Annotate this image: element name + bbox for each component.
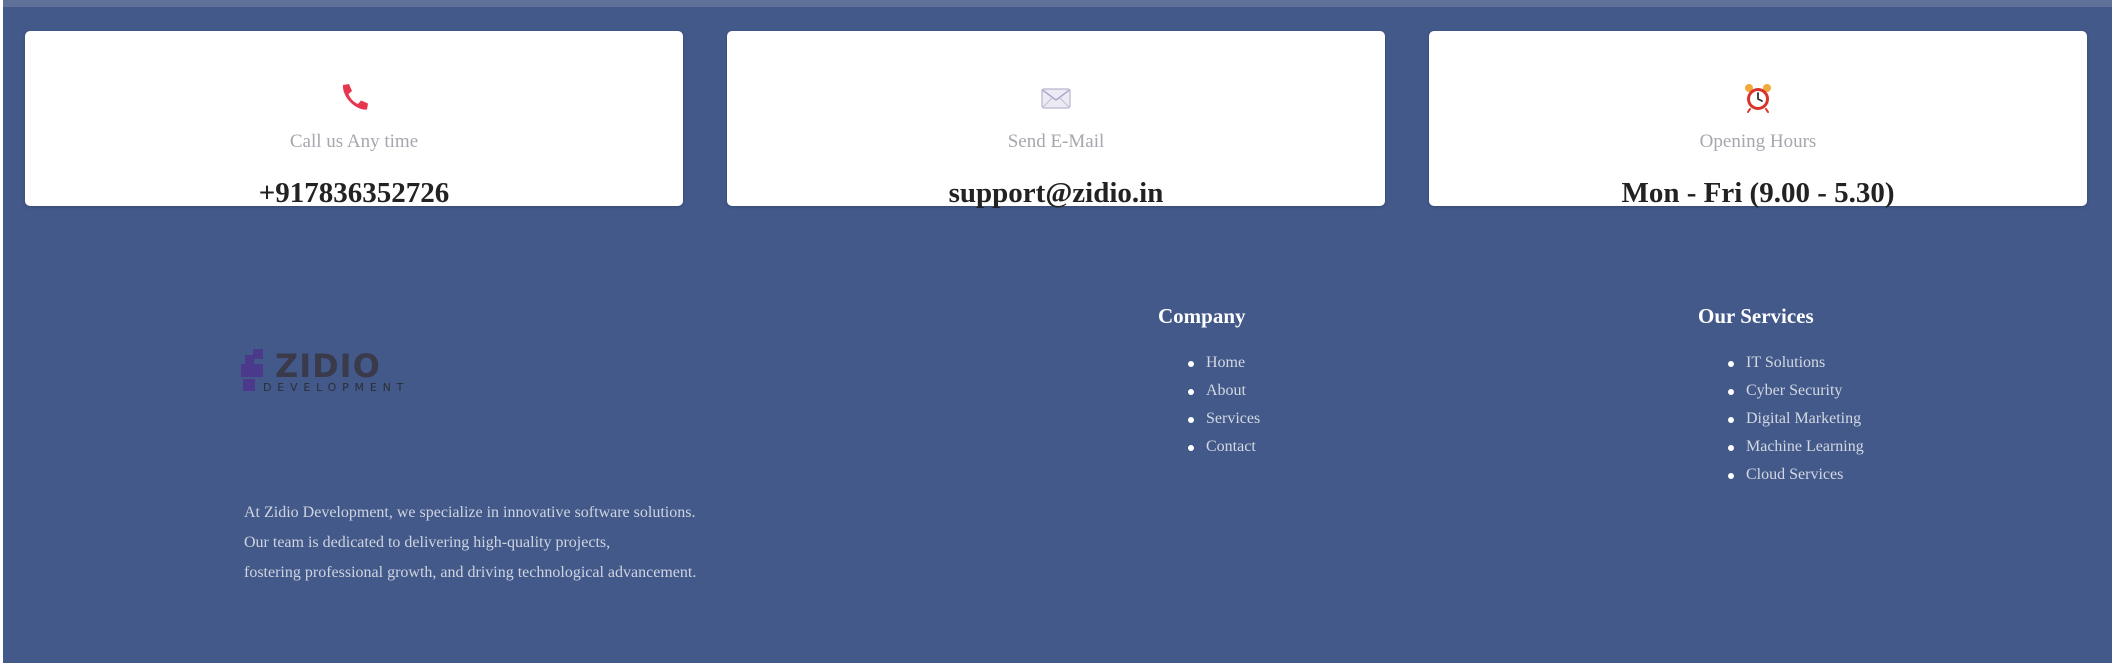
card-value[interactable]: +917836352726 xyxy=(25,177,683,210)
card-label: Opening Hours xyxy=(1699,131,1817,152)
footer-link-machine-learning[interactable]: Machine Learning xyxy=(1728,433,1864,461)
card-value: Mon - Fri (9.00 - 5.30) xyxy=(1621,177,1895,209)
company-links: Home About Services Contact xyxy=(1158,349,1260,461)
about-line: fostering professional growth, and drivi… xyxy=(244,564,697,581)
contact-card-phone: Call us Any time +917836352726 xyxy=(25,31,683,209)
link-it-solutions[interactable]: IT Solutions xyxy=(1746,354,1825,371)
zidio-logo[interactable]: ZIDIO DEVELOPMENT xyxy=(241,347,441,401)
alarm-clock-icon xyxy=(1741,81,1775,115)
card-label: Send E-Mail xyxy=(1007,131,1105,152)
footer-link-home[interactable]: Home xyxy=(1187,349,1260,377)
link-home[interactable]: Home xyxy=(1206,354,1245,371)
company-heading: Company xyxy=(1158,304,1246,328)
contact-card-email: Send E-Mail support@zidio.in xyxy=(727,31,1385,209)
link-services[interactable]: Services xyxy=(1206,410,1260,427)
footer-link-it-solutions[interactable]: IT Solutions xyxy=(1728,349,1864,377)
contact-card-hours: Opening Hours Mon - Fri (9.00 - 5.30) xyxy=(1429,31,2087,209)
footer-link-about[interactable]: About xyxy=(1187,377,1260,405)
company-column: Company Home About Services Contact xyxy=(1158,304,1260,461)
services-links: IT Solutions Cyber Security Digital Mark… xyxy=(1698,349,1864,489)
link-cloud-services[interactable]: Cloud Services xyxy=(1746,466,1843,483)
footer-link-services[interactable]: Services xyxy=(1187,405,1260,433)
link-cyber-security[interactable]: Cyber Security xyxy=(1746,382,1842,399)
about-line: At Zidio Development, we specialize in i… xyxy=(244,504,696,521)
services-column: Our Services IT Solutions Cyber Security… xyxy=(1698,304,1864,489)
footer: Call us Any time +917836352726 Send E-Ma… xyxy=(3,0,2112,663)
footer-link-cyber-security[interactable]: Cyber Security xyxy=(1728,377,1864,405)
about-text: At Zidio Development, we specialize in i… xyxy=(244,498,696,588)
svg-text:DEVELOPMENT: DEVELOPMENT xyxy=(263,381,409,394)
footer-link-digital-marketing[interactable]: Digital Marketing xyxy=(1728,405,1864,433)
link-digital-marketing[interactable]: Digital Marketing xyxy=(1746,410,1861,427)
mail-icon xyxy=(1039,81,1073,115)
link-contact[interactable]: Contact xyxy=(1206,438,1256,455)
phone-icon xyxy=(337,81,371,115)
link-about[interactable]: About xyxy=(1206,382,1246,399)
link-machine-learning[interactable]: Machine Learning xyxy=(1746,438,1864,455)
top-strip xyxy=(3,0,2112,7)
footer-link-contact[interactable]: Contact xyxy=(1187,433,1260,461)
footer-link-cloud-services[interactable]: Cloud Services xyxy=(1728,461,1864,489)
about-line: Our team is dedicated to delivering high… xyxy=(244,534,611,551)
services-heading: Our Services xyxy=(1698,304,1814,328)
card-value[interactable]: support@zidio.in xyxy=(727,177,1385,210)
svg-text:ZIDIO: ZIDIO xyxy=(275,347,381,385)
card-label: Call us Any time xyxy=(289,131,419,152)
